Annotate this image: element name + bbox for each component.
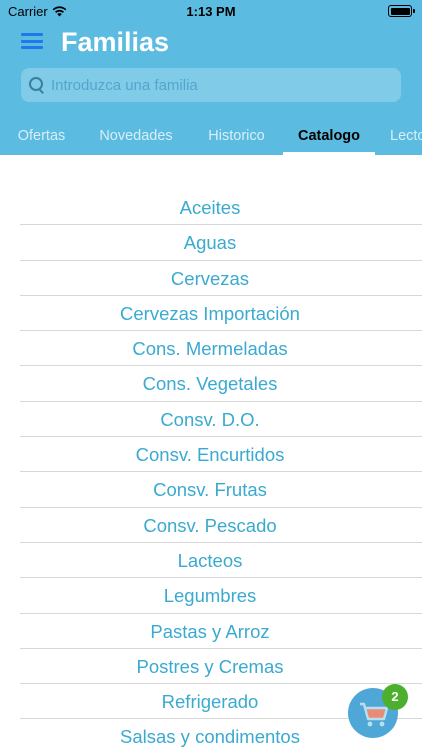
cart-badge: 2 xyxy=(382,684,408,710)
status-bar: Carrier 1:13 PM xyxy=(0,0,422,24)
family-list-item[interactable]: Aguas xyxy=(20,225,422,261)
battery-icon xyxy=(388,5,415,17)
family-list-item[interactable]: Cons. Vegetales xyxy=(20,366,422,402)
header: Carrier 1:13 PM Familias Ofertas Novedad… xyxy=(0,0,422,155)
family-list-item[interactable]: Consv. D.O. xyxy=(20,402,422,438)
family-list-item[interactable]: Legumbres xyxy=(20,578,422,614)
family-list: Aceites Aguas Cervezas Cervezas Importación… xyxy=(20,190,422,750)
tab-historico[interactable]: Historico xyxy=(205,116,268,155)
family-list-item[interactable]: Pastas y Arroz xyxy=(20,614,422,649)
tab-lecto[interactable]: Lecto xyxy=(390,116,422,155)
family-list-item[interactable]: Cervezas xyxy=(20,261,422,296)
family-list-item[interactable]: Consv. Frutas xyxy=(20,472,422,508)
hamburger-icon[interactable] xyxy=(21,33,43,49)
family-list-item[interactable]: Lacteos xyxy=(20,543,422,579)
family-list-item[interactable]: Consv. Encurtidos xyxy=(20,437,422,473)
search-bar[interactable] xyxy=(21,68,401,102)
search-icon xyxy=(29,77,45,93)
family-list-item[interactable]: Cervezas Importación xyxy=(20,296,422,332)
family-list-item[interactable]: Consv. Pescado xyxy=(20,508,422,543)
tab-catalogo[interactable]: Catalogo xyxy=(283,116,375,155)
tab-ofertas[interactable]: Ofertas xyxy=(16,116,67,155)
family-list-item[interactable]: Cons. Mermeladas xyxy=(20,331,422,367)
search-input[interactable] xyxy=(51,68,401,102)
tab-novedades[interactable]: Novedades xyxy=(98,116,174,155)
family-list-item[interactable]: Aceites xyxy=(20,190,422,226)
page-title: Familias xyxy=(61,27,170,57)
status-time: 1:13 PM xyxy=(186,4,236,19)
tab-bar: Ofertas Novedades Historico Catalogo Lec… xyxy=(0,116,422,155)
family-list-item[interactable]: Postres y Cremas xyxy=(20,649,422,685)
